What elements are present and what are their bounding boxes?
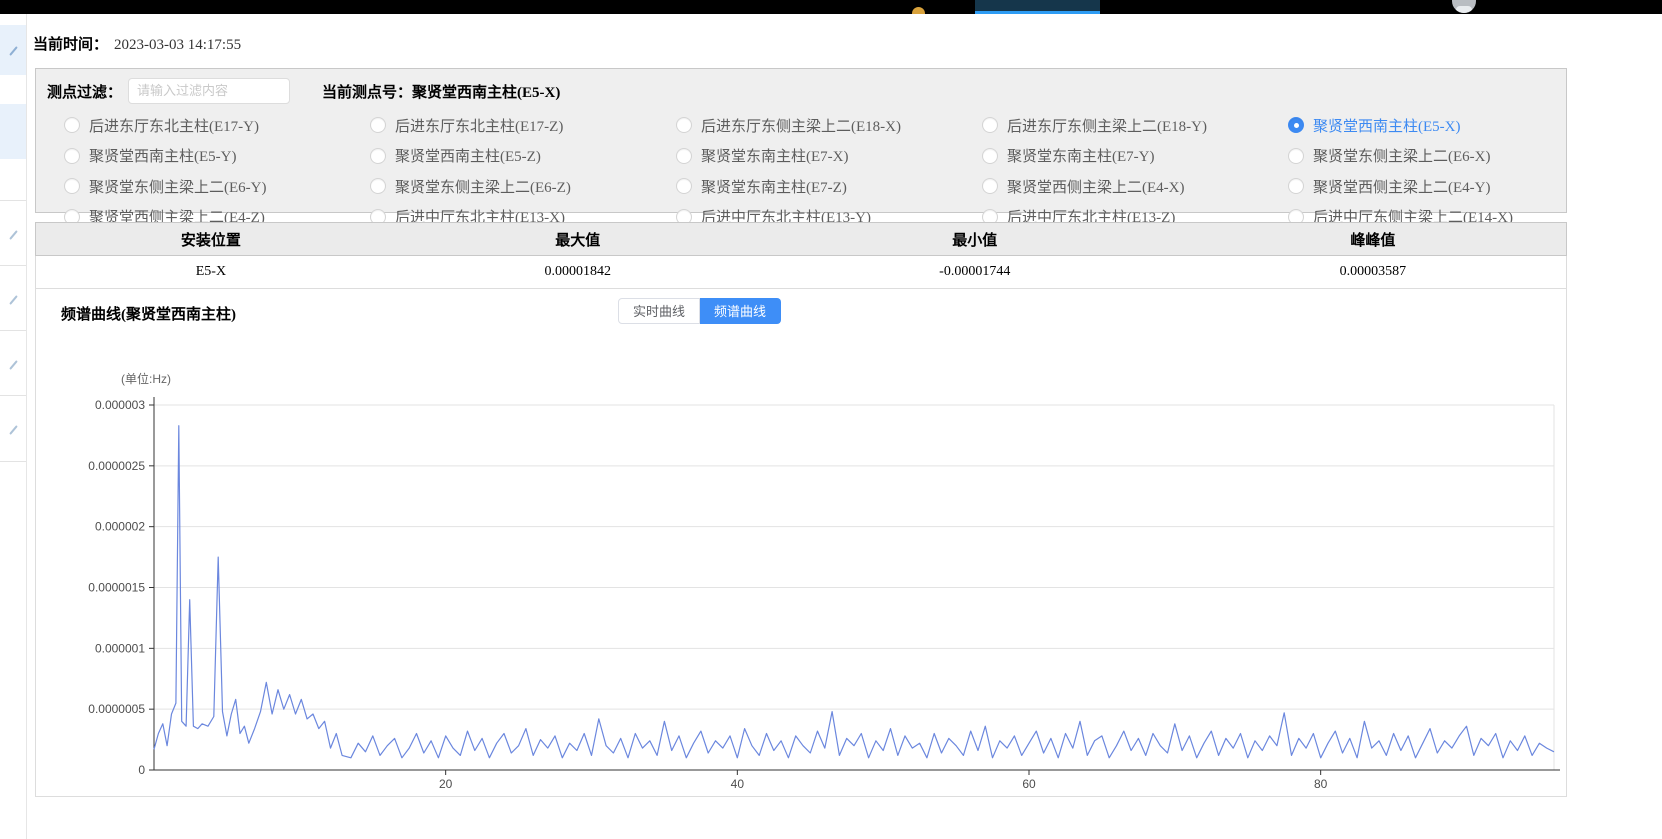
table-header-cell: 安装位置 [36, 223, 386, 256]
radio-icon[interactable] [676, 178, 692, 194]
realtime-curve-tab[interactable]: 实时曲线 [618, 298, 700, 324]
current-time-value: 2023-03-03 14:17:55 [114, 37, 241, 53]
measure-point-radio[interactable]: 聚贤堂西南主柱(E5-Z) [370, 145, 676, 166]
table-cell: 0.00003587 [1180, 256, 1567, 289]
measure-point-label: 后进东厅东侧主梁上二(E18-Y) [1007, 115, 1207, 136]
sidebar-item[interactable] [0, 265, 26, 331]
radio-icon[interactable] [676, 117, 692, 133]
check-icon [9, 425, 18, 435]
radio-icon[interactable] [982, 117, 998, 133]
check-icon [9, 230, 18, 240]
measure-point-label: 聚贤堂西南主柱(E5-X) [1313, 115, 1460, 136]
svg-text:0.0000005: 0.0000005 [88, 702, 145, 716]
top-nav-bar [0, 0, 1662, 14]
measure-point-label: 后进东厅东北主柱(E17-Z) [395, 115, 563, 136]
measure-point-radio[interactable]: 聚贤堂东侧主梁上二(E6-Y) [64, 176, 370, 197]
svg-text:80: 80 [1314, 777, 1328, 791]
measure-point-radio[interactable]: 聚贤堂西侧主梁上二(E4-X) [982, 176, 1288, 197]
measure-point-label: 聚贤堂西南主柱(E5-Z) [395, 145, 541, 166]
radio-icon[interactable] [982, 148, 998, 164]
filter-label: 测点过滤： [47, 81, 122, 102]
measure-point-radio[interactable]: 聚贤堂东侧主梁上二(E6-Z) [370, 176, 676, 197]
avatar[interactable] [1452, 0, 1476, 13]
sidebar-item-chart[interactable] [0, 25, 26, 75]
svg-text:(单位:Hz): (单位:Hz) [121, 371, 171, 386]
svg-text:0.0000015: 0.0000015 [88, 581, 145, 595]
measure-point-label: 聚贤堂东南主柱(E7-Y) [1007, 145, 1154, 166]
sidebar-item-active[interactable] [0, 104, 26, 159]
measure-point-radio[interactable]: 聚贤堂东侧主梁上二(E6-X) [1288, 145, 1594, 166]
sidebar-item[interactable] [0, 200, 26, 266]
spectrum-line-chart: 0.000003 0.0000025 0.000002 0.0000015 0.0000… [36, 344, 1566, 794]
table-header-cell: 最大值 [386, 223, 770, 256]
measure-point-radio[interactable]: 聚贤堂东南主柱(E7-X) [676, 145, 982, 166]
measure-point-radio[interactable]: 聚贤堂东南主柱(E7-Z) [676, 176, 982, 197]
svg-text:0.000002: 0.000002 [95, 520, 145, 534]
svg-text:0.000001: 0.000001 [95, 641, 145, 655]
svg-text:0.0000025: 0.0000025 [88, 459, 145, 473]
check-icon [9, 360, 18, 370]
table-cell: -0.00001744 [770, 256, 1180, 289]
current-time-label: 当前时间： [33, 37, 108, 53]
measure-point-list: 后进东厅东北主柱(E17-Y) 后进东厅东北主柱(E17-Z) 后进东厅东侧主梁上二… [64, 110, 1594, 232]
svg-text:0: 0 [138, 763, 145, 777]
measure-point-label: 聚贤堂东侧主梁上二(E6-Y) [89, 176, 266, 197]
radio-icon[interactable] [1288, 178, 1304, 194]
measure-point-label: 后进东厅东北主柱(E17-Y) [89, 115, 259, 136]
svg-text:0.000003: 0.000003 [95, 398, 145, 412]
radio-icon[interactable] [370, 148, 386, 164]
table-row: E5-X0.00001842-0.000017440.00003587 [36, 256, 1567, 289]
measure-point-radio[interactable]: 后进东厅东北主柱(E17-Y) [64, 115, 370, 136]
radio-icon[interactable] [982, 178, 998, 194]
current-time-row: 当前时间： 2023-03-03 14:17:55 [33, 33, 241, 54]
measure-point-radio[interactable]: 后进东厅东侧主梁上二(E18-X) [676, 115, 982, 136]
radio-icon[interactable] [64, 117, 80, 133]
measure-point-label: 聚贤堂西侧主梁上二(E4-Y) [1313, 176, 1490, 197]
table-header-cell: 最小值 [770, 223, 1180, 256]
svg-text:60: 60 [1022, 777, 1036, 791]
measure-point-radio[interactable]: 后进东厅东侧主梁上二(E18-Y) [982, 115, 1288, 136]
measure-point-radio[interactable]: 聚贤堂西南主柱(E5-Y) [64, 145, 370, 166]
radio-icon[interactable] [676, 148, 692, 164]
svg-text:40: 40 [731, 777, 745, 791]
bell-icon[interactable] [912, 7, 925, 14]
radio-icon[interactable] [64, 178, 80, 194]
radio-icon[interactable] [64, 148, 80, 164]
measure-point-radio[interactable]: 聚贤堂西侧主梁上二(E4-Y) [1288, 176, 1594, 197]
stats-table: 安装位置最大值最小值峰峰值 E5-X0.00001842-0.000017440… [35, 222, 1567, 289]
measure-point-label: 聚贤堂东侧主梁上二(E6-X) [1313, 145, 1490, 166]
left-sidebar-rail [0, 14, 27, 839]
measure-point-label: 聚贤堂东侧主梁上二(E6-Z) [395, 176, 571, 197]
spectrum-chart-panel: 频谱曲线(聚贤堂西南主柱) 实时曲线频谱曲线 0.000003 0.0000025… [35, 288, 1567, 797]
svg-text:20: 20 [439, 777, 453, 791]
measure-point-label: 聚贤堂西侧主梁上二(E4-X) [1007, 176, 1184, 197]
table-header-cell: 峰峰值 [1180, 223, 1567, 256]
measure-point-label: 聚贤堂东南主柱(E7-Z) [701, 176, 847, 197]
table-cell: 0.00001842 [386, 256, 770, 289]
table-header-row: 安装位置最大值最小值峰峰值 [36, 223, 1567, 256]
spectrum-curve-tab[interactable]: 频谱曲线 [700, 298, 781, 324]
measure-point-label: 后进东厅东侧主梁上二(E18-X) [701, 115, 901, 136]
measure-point-panel: 测点过滤： 当前测点号：聚贤堂西南主柱(E5-X) 后进东厅东北主柱(E17-Y… [35, 68, 1567, 213]
chart-title: 频谱曲线(聚贤堂西南主柱) [61, 303, 236, 324]
active-nav-tab[interactable] [975, 0, 1100, 14]
radio-selected-icon[interactable] [1288, 117, 1304, 133]
measure-point-radio[interactable]: 聚贤堂东南主柱(E7-Y) [982, 145, 1288, 166]
monitoring-screen: 当前时间： 2023-03-03 14:17:55 测点过滤： 当前测点号：聚贤堂… [0, 0, 1662, 839]
measure-point-radio[interactable]: 后进东厅东北主柱(E17-Z) [370, 115, 676, 136]
measure-point-label: 聚贤堂西南主柱(E5-Y) [89, 145, 236, 166]
filter-input[interactable] [128, 78, 290, 104]
radio-icon[interactable] [370, 178, 386, 194]
table-cell: E5-X [36, 256, 386, 289]
measure-point-label: 聚贤堂东南主柱(E7-X) [701, 145, 848, 166]
radio-icon[interactable] [1288, 148, 1304, 164]
line-chart-icon [9, 46, 18, 56]
sidebar-item[interactable] [0, 330, 26, 396]
sidebar-item[interactable] [0, 395, 26, 462]
current-point-text: 当前测点号：聚贤堂西南主柱(E5-X) [322, 81, 560, 102]
radio-icon[interactable] [370, 117, 386, 133]
check-icon [9, 295, 18, 305]
curve-tab-group: 实时曲线频谱曲线 [618, 298, 781, 324]
measure-point-radio[interactable]: 聚贤堂西南主柱(E5-X) [1288, 115, 1594, 136]
